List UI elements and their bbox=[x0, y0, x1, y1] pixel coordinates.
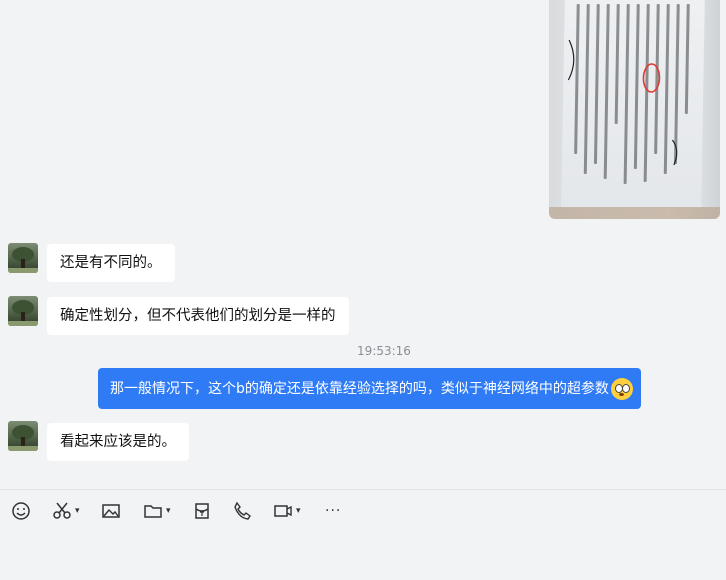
message-bubble[interactable]: 还是有不同的。 bbox=[47, 244, 175, 282]
chevron-down-icon[interactable]: ▾ bbox=[75, 506, 80, 516]
more-icon[interactable]: ··· bbox=[325, 500, 341, 522]
thinking-emoji-icon bbox=[610, 378, 633, 400]
voice-call-button[interactable] bbox=[232, 500, 252, 522]
image-button[interactable] bbox=[101, 500, 121, 522]
red-circle-annotation bbox=[567, 39, 678, 166]
chevron-down-icon[interactable]: ▾ bbox=[296, 506, 301, 516]
red-packet-button[interactable] bbox=[192, 500, 212, 522]
phone-icon bbox=[234, 501, 251, 520]
sent-photo[interactable] bbox=[549, 0, 720, 219]
avatar[interactable] bbox=[8, 243, 38, 273]
photo-edge bbox=[549, 207, 720, 219]
my-message-text: 那一般情况下，这个b的确定还是依靠经验选择的吗，类似于神经网络中的超参数 bbox=[110, 381, 609, 397]
chevron-down-icon[interactable]: ▾ bbox=[166, 506, 171, 516]
video-icon bbox=[274, 505, 292, 517]
photo-page bbox=[561, 0, 705, 208]
video-call-button[interactable]: ▾ bbox=[273, 500, 301, 522]
folder-icon bbox=[144, 505, 162, 518]
image-icon bbox=[102, 504, 120, 518]
message-bubble[interactable]: 确定性划分，但不代表他们的划分是一样的 bbox=[47, 297, 349, 335]
emoji-icon bbox=[12, 502, 30, 520]
chat-area: 还是有不同的。 确定性划分，但不代表他们的划分是一样的 19:53:16 那一般… bbox=[0, 0, 726, 489]
file-button[interactable]: ▾ bbox=[143, 500, 171, 522]
avatar[interactable] bbox=[8, 421, 38, 451]
emoji-button[interactable] bbox=[11, 500, 31, 522]
message-bubble[interactable]: 看起来应该是的。 bbox=[47, 423, 189, 461]
screenshot-button[interactable]: ▾ bbox=[52, 500, 80, 522]
redpacket-icon bbox=[195, 503, 209, 519]
scissors-icon bbox=[53, 502, 71, 519]
timestamp: 19:53:16 bbox=[357, 344, 411, 358]
avatar[interactable] bbox=[8, 296, 38, 326]
input-toolbar: ▾ ▾ ▾ ··· bbox=[0, 489, 726, 580]
my-message-bubble[interactable]: 那一般情况下，这个b的确定还是依靠经验选择的吗，类似于神经网络中的超参数 bbox=[98, 368, 641, 409]
